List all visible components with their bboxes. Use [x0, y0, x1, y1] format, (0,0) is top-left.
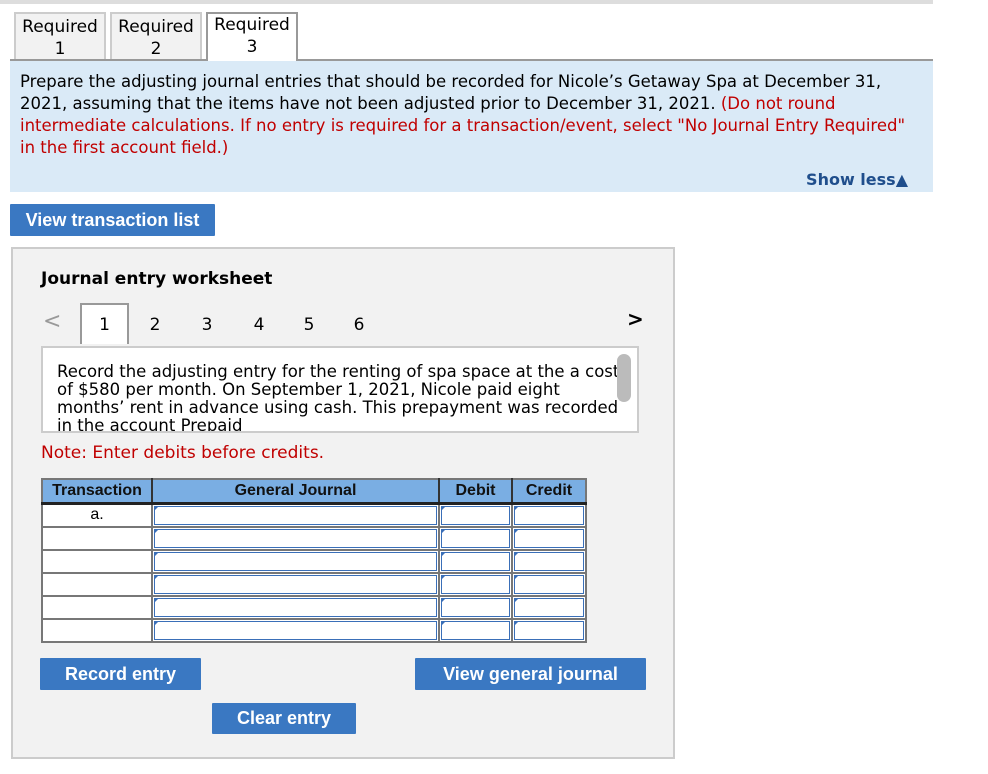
table-header: Transaction General Journal Debit Credit [42, 479, 586, 505]
worksheet-title: Journal entry worksheet [41, 269, 273, 289]
record-entry-button[interactable]: Record entry [40, 658, 201, 690]
credit-field[interactable] [511, 548, 587, 574]
page-5[interactable]: 5 [294, 315, 324, 335]
debit-field[interactable] [438, 594, 513, 620]
credit-field[interactable] [511, 594, 587, 620]
transaction-cell [41, 525, 153, 551]
tab-label: Required [22, 17, 98, 37]
account-field[interactable] [151, 548, 440, 574]
journal-entry-worksheet: Journal entry worksheet < 1 2 3 4 5 6 > … [11, 247, 675, 759]
view-transaction-list-button[interactable]: View transaction list [10, 204, 215, 236]
chevron-right-icon[interactable]: > [627, 307, 644, 331]
transaction-cell: a. [41, 502, 153, 528]
description-text: Record the adjusting entry for the renti… [57, 362, 620, 433]
account-field[interactable] [151, 617, 440, 643]
journal-table: Transaction General Journal Debit Credit… [41, 478, 587, 643]
scrollbar[interactable] [617, 354, 631, 402]
table-row [41, 571, 587, 597]
clear-entry-button[interactable]: Clear entry [212, 703, 356, 734]
transaction-cell [41, 617, 153, 643]
page-6[interactable]: 6 [344, 315, 374, 335]
debit-field[interactable] [438, 548, 513, 574]
transaction-cell [41, 571, 153, 597]
debit-field[interactable] [438, 617, 513, 643]
table-row: a. [41, 502, 587, 528]
credit-field[interactable] [511, 525, 587, 551]
chevron-left-icon[interactable]: < [43, 309, 61, 334]
page-1[interactable]: 1 [80, 303, 129, 344]
top-bar [0, 0, 933, 4]
view-general-journal-button[interactable]: View general journal [415, 658, 646, 690]
debit-credit-note: Note: Enter debits before credits. [41, 443, 325, 463]
table-row [41, 525, 587, 551]
tab-label: 3 [246, 37, 258, 57]
account-field[interactable] [151, 502, 440, 528]
account-field[interactable] [151, 525, 440, 551]
tab-label: Required [214, 15, 290, 35]
account-field[interactable] [151, 594, 440, 620]
page-4[interactable]: 4 [244, 315, 274, 335]
tab-required-2[interactable]: Required 2 [110, 12, 202, 60]
table-row [41, 548, 587, 574]
tab-label: 2 [150, 39, 162, 59]
tab-required-3[interactable]: Required 3 [206, 12, 298, 61]
header-general-journal: General Journal [152, 479, 440, 505]
transaction-cell [41, 548, 153, 574]
tab-label: Required [118, 17, 194, 37]
credit-field[interactable] [511, 571, 587, 597]
debit-field[interactable] [438, 571, 513, 597]
instructions: Prepare the adjusting journal entries th… [10, 61, 933, 192]
debit-field[interactable] [438, 525, 513, 551]
debit-field[interactable] [438, 502, 513, 528]
table-row [41, 594, 587, 620]
page-3[interactable]: 3 [192, 315, 222, 335]
header-transaction: Transaction [42, 479, 153, 505]
show-less-link[interactable]: Show less▲ [806, 170, 908, 189]
header-credit: Credit [512, 479, 586, 505]
header-debit: Debit [439, 479, 513, 505]
transaction-description: Record the adjusting entry for the renti… [41, 346, 639, 433]
credit-field[interactable] [511, 617, 587, 643]
tab-required-1[interactable]: Required 1 [14, 12, 106, 60]
credit-field[interactable] [511, 502, 587, 528]
page-2[interactable]: 2 [140, 315, 170, 335]
transaction-cell [41, 594, 153, 620]
tab-label: 1 [54, 39, 66, 59]
account-field[interactable] [151, 571, 440, 597]
table-row [41, 617, 587, 643]
